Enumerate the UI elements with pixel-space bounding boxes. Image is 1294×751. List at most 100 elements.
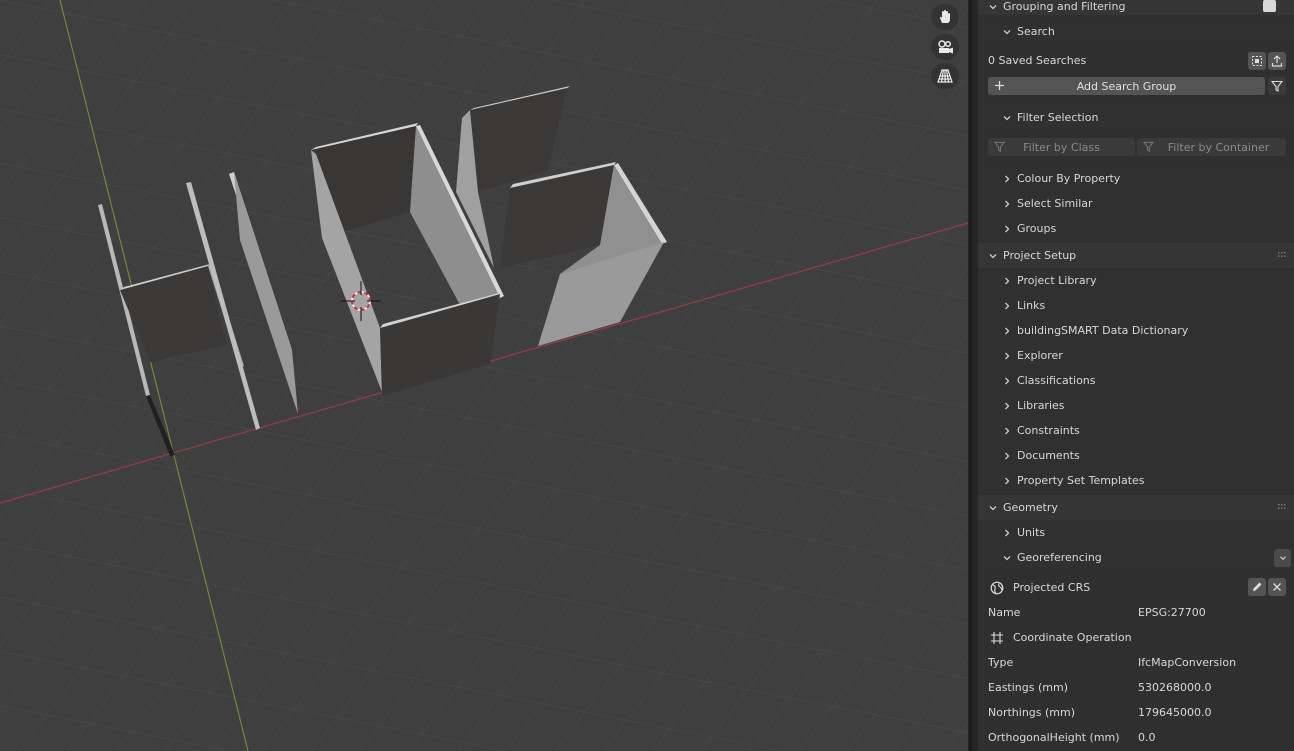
close-icon — [1273, 583, 1281, 591]
type-row: Type IfcMapConversion — [978, 650, 1294, 675]
project-setup-header[interactable]: Project Setup — [978, 243, 1294, 268]
drag-grip-icon[interactable] — [1278, 503, 1288, 511]
groups-label: Groups — [1017, 222, 1057, 235]
chevron-right-icon — [1005, 477, 1010, 484]
coordinate-operation-label: Coordinate Operation — [1013, 631, 1132, 644]
colour-by-property-subheader[interactable]: Colour By Property — [978, 166, 1294, 191]
documents-subheader[interactable]: Documents — [978, 443, 1294, 468]
crs-name-value: EPSG:27700 — [1138, 606, 1206, 619]
orthogonal-height-value: 0.0 — [1138, 731, 1156, 744]
coordinate-operation-row: Coordinate Operation — [978, 625, 1294, 650]
filter-selection-subheader[interactable]: Filter Selection — [978, 105, 1294, 130]
pencil-icon — [1253, 582, 1262, 591]
export-search-button[interactable] — [1268, 52, 1286, 70]
bsdd-subheader[interactable]: buildingSMART Data Dictionary — [978, 318, 1294, 343]
projected-crs-row: Projected CRS — [978, 575, 1294, 600]
3d-viewport[interactable] — [0, 0, 968, 751]
add-search-group-label: Add Search Group — [1076, 79, 1177, 93]
chevron-right-icon — [1005, 352, 1010, 359]
type-label: Type — [988, 656, 1014, 669]
coordinate-grid-icon — [991, 631, 1003, 644]
globe-icon — [990, 581, 1004, 594]
filter-button[interactable] — [1268, 77, 1286, 95]
chevron-right-icon — [1005, 377, 1010, 384]
select-search-button[interactable] — [1248, 52, 1266, 70]
orthogonal-height-label: OrthogonalHeight (mm) — [988, 731, 1120, 744]
type-value: IfcMapConversion — [1138, 656, 1237, 669]
filter-by-class-label: Filter by Class — [1023, 140, 1100, 154]
funnel-icon — [1271, 80, 1283, 92]
search-label: Search — [1017, 25, 1055, 38]
properties-panel: Grouping and Filtering Search 0 Saved Se… — [978, 0, 1294, 751]
classifications-subheader[interactable]: Classifications — [978, 368, 1294, 393]
viewport-scene — [0, 0, 968, 751]
georeferencing-subheader[interactable]: Georeferencing — [978, 545, 1294, 570]
northings-value: 179645000.0 — [1138, 706, 1212, 719]
chevron-down-icon — [989, 253, 997, 258]
chevron-right-icon — [1005, 427, 1010, 434]
geometry-header[interactable]: Geometry — [978, 495, 1294, 520]
explorer-label: Explorer — [1017, 349, 1063, 362]
pset-templates-subheader[interactable]: Property Set Templates — [978, 468, 1294, 493]
drag-grip-icon[interactable] — [1278, 251, 1288, 259]
perspective-grid-icon[interactable] — [931, 63, 959, 89]
export-icon — [1271, 55, 1283, 67]
add-search-group-button[interactable]: Add Search Group — [988, 77, 1265, 95]
camera-icon[interactable] — [931, 34, 959, 60]
crs-name-row: Name EPSG:27700 — [978, 600, 1294, 625]
project-setup-label: Project Setup — [1003, 249, 1077, 262]
chevron-right-icon — [1005, 327, 1010, 334]
remove-crs-button[interactable] — [1268, 578, 1286, 596]
saved-searches-count: 0 Saved Searches — [988, 54, 1087, 67]
orthogonal-height-row: OrthogonalHeight (mm) 0.0 — [978, 725, 1294, 750]
filter-by-class-button[interactable]: Filter by Class — [988, 138, 1135, 156]
documents-label: Documents — [1017, 449, 1080, 462]
chevron-right-icon — [1005, 225, 1010, 232]
colour-by-property-label: Colour By Property — [1017, 172, 1121, 185]
northings-row: Northings (mm) 179645000.0 — [978, 700, 1294, 725]
chevron-down-icon — [1003, 115, 1011, 120]
select-similar-subheader[interactable]: Select Similar — [978, 191, 1294, 216]
chevron-right-icon — [1005, 529, 1010, 536]
plus-icon — [995, 81, 1004, 90]
units-subheader[interactable]: Units — [978, 520, 1294, 545]
constraints-label: Constraints — [1017, 424, 1080, 437]
hand-pan-icon[interactable] — [931, 4, 959, 30]
eastings-label: Eastings (mm) — [988, 681, 1068, 694]
eastings-row: Eastings (mm) 530268000.0 — [978, 675, 1294, 700]
constraints-subheader[interactable]: Constraints — [978, 418, 1294, 443]
projected-crs-label: Projected CRS — [1013, 581, 1091, 594]
grouping-filtering-header[interactable]: Grouping and Filtering — [978, 0, 1294, 15]
grouping-filtering-label: Grouping and Filtering — [1003, 0, 1126, 13]
georef-menu-button[interactable] — [1274, 549, 1291, 567]
select-similar-label: Select Similar — [1017, 197, 1093, 210]
chevron-right-icon — [1005, 402, 1010, 409]
chevron-right-icon — [1005, 452, 1010, 459]
chevron-down-icon — [989, 505, 997, 510]
bsdd-label: buildingSMART Data Dictionary — [1017, 324, 1189, 337]
libraries-subheader[interactable]: Libraries — [978, 393, 1294, 418]
pset-templates-label: Property Set Templates — [1017, 474, 1145, 487]
chevron-down-icon — [989, 5, 997, 10]
crs-name-label: Name — [988, 606, 1021, 619]
links-subheader[interactable]: Links — [978, 293, 1294, 318]
chevron-down-icon — [1279, 556, 1286, 561]
eastings-value: 530268000.0 — [1138, 681, 1212, 694]
edit-crs-button[interactable] — [1248, 578, 1266, 596]
search-subheader[interactable]: Search — [978, 19, 1294, 44]
geometry-label: Geometry — [1003, 501, 1058, 514]
georeferencing-label: Georeferencing — [1017, 551, 1102, 564]
filter-by-container-button[interactable]: Filter by Container — [1137, 138, 1286, 156]
groups-subheader[interactable]: Groups — [978, 216, 1294, 241]
project-library-label: Project Library — [1017, 274, 1097, 287]
area-separator[interactable] — [968, 0, 978, 751]
explorer-subheader[interactable]: Explorer — [978, 343, 1294, 368]
help-icon[interactable] — [1263, 0, 1276, 12]
chevron-right-icon — [1005, 200, 1010, 207]
saved-searches-row: 0 Saved Searches — [978, 48, 1294, 73]
project-library-subheader[interactable]: Project Library — [978, 268, 1294, 293]
funnel-icon — [1143, 141, 1154, 152]
chevron-right-icon — [1005, 302, 1010, 309]
northings-label: Northings (mm) — [988, 706, 1076, 719]
libraries-label: Libraries — [1017, 399, 1065, 412]
